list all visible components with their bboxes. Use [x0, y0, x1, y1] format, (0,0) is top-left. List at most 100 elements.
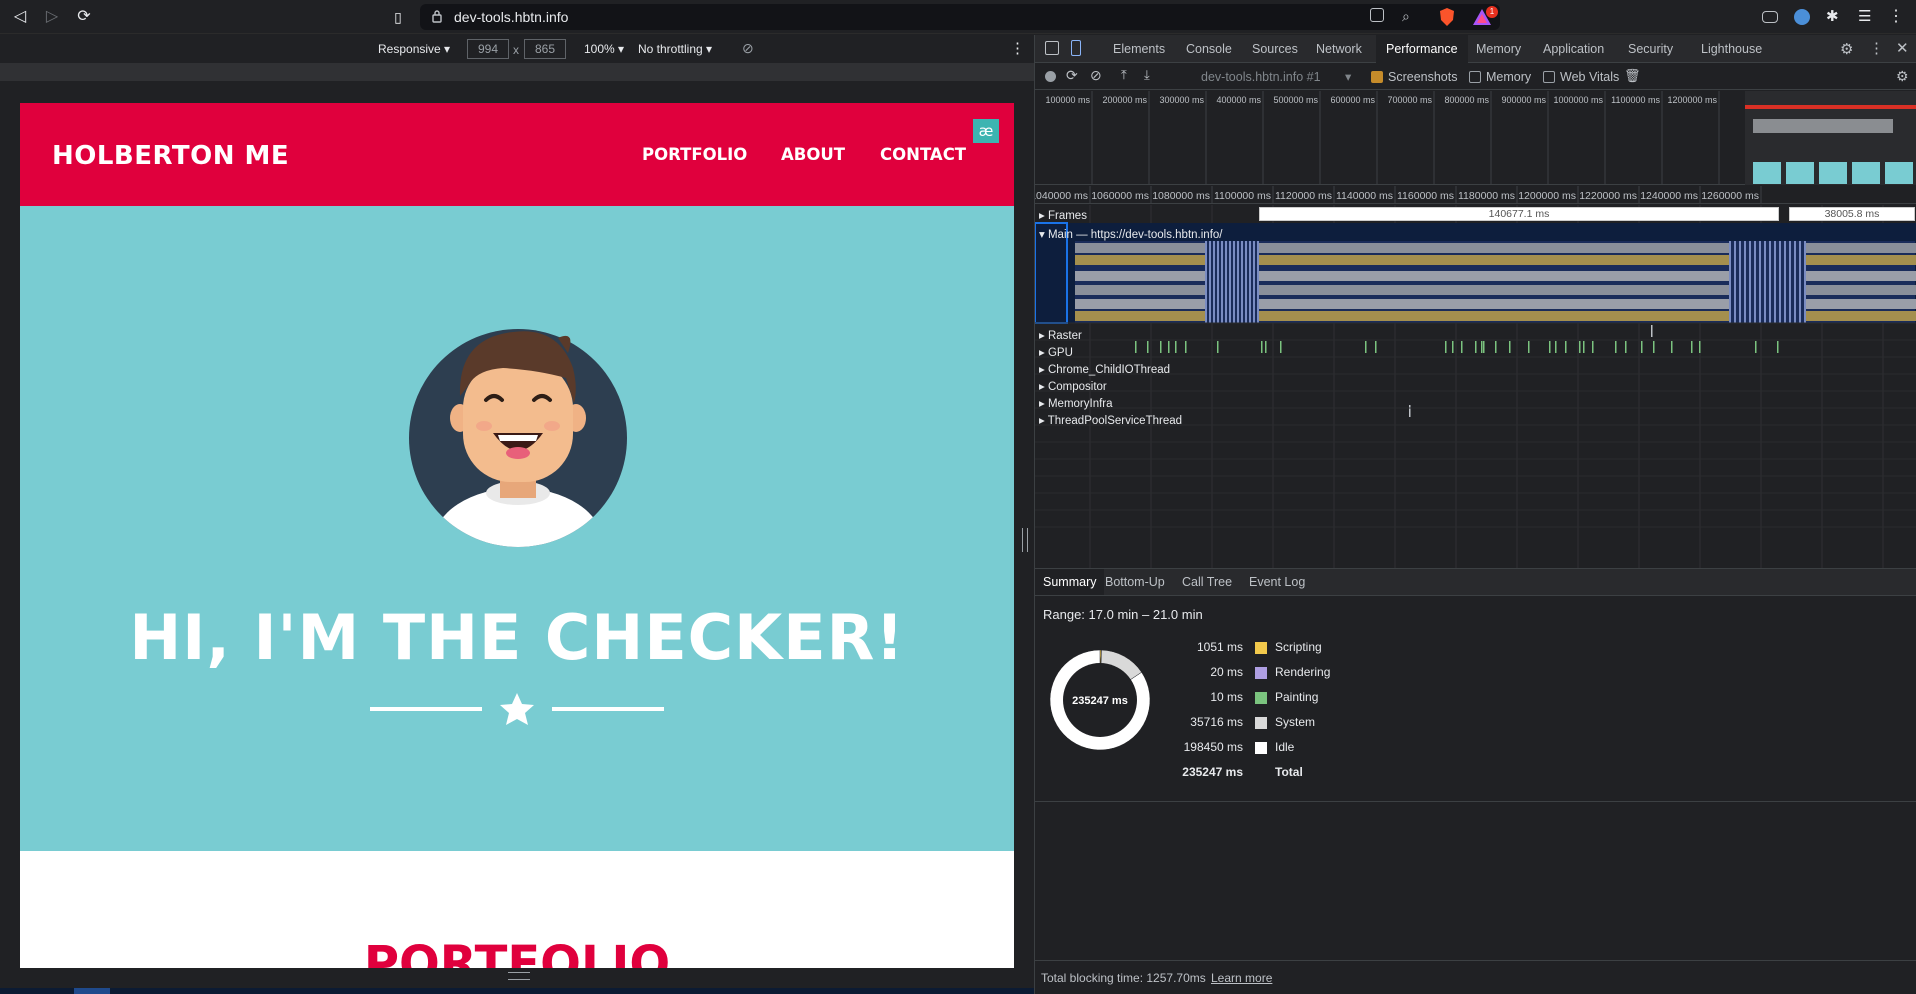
flame-tick [1734, 241, 1736, 323]
gpu-event [1475, 341, 1477, 353]
tab-memory[interactable]: Memory [1470, 35, 1527, 63]
flame-block [1259, 299, 1729, 309]
gpu-event [1509, 341, 1511, 353]
menu-icon[interactable]: ⋮ [1888, 8, 1906, 26]
flame-block [1075, 255, 1205, 265]
flame-block [1259, 243, 1729, 253]
tab-summary[interactable]: Summary [1035, 569, 1105, 595]
frame-block-2[interactable]: 38005.8 ms [1789, 207, 1915, 221]
memory-checkbox[interactable] [1469, 71, 1481, 83]
gpu-event [1445, 341, 1447, 353]
inspect-element-icon[interactable] [1045, 41, 1059, 55]
track-threadpool[interactable]: ▸ ThreadPoolServiceThread [1039, 413, 1182, 427]
gpu-event [1452, 341, 1454, 353]
tab-network[interactable]: Network [1310, 35, 1368, 63]
viewport-width-input[interactable]: 994 [467, 39, 509, 59]
nav-link-portfolio[interactable]: PORTFOLIO [642, 145, 747, 164]
tab-lighthouse[interactable]: Lighthouse [1695, 35, 1768, 63]
close-icon[interactable]: ✕ [1896, 39, 1909, 57]
wallet-icon[interactable] [1794, 9, 1810, 25]
capture-settings-icon[interactable]: ⚙ [1896, 68, 1909, 85]
forward-icon[interactable]: ▷ [42, 7, 62, 27]
gpu-event [1495, 341, 1497, 353]
tab-performance[interactable]: Performance [1376, 35, 1468, 63]
gpu-event [1461, 341, 1463, 353]
nav-link-about[interactable]: ABOUT [781, 145, 845, 164]
ruler-tick-label: 1260000 ms [1701, 190, 1759, 202]
tab-application[interactable]: Application [1537, 35, 1610, 63]
reload-icon[interactable]: ⟳ [74, 7, 94, 27]
overview-tick-label: 1200000 ms [1667, 95, 1717, 105]
portfolio-section-title: PORTFOLIO [363, 936, 671, 968]
tab-console[interactable]: Console [1180, 35, 1238, 63]
tab-security[interactable]: Security [1622, 35, 1679, 63]
rotate-icon[interactable]: ⊘ [742, 40, 754, 57]
ruler-tick-label: 1040000 ms [1035, 190, 1088, 202]
download-icon[interactable]: ⤓ [1144, 67, 1150, 83]
resize-handle-bottom[interactable] [508, 972, 530, 980]
ruler-ticks: 1040000 ms 1060000 ms 1080000 ms 1100000 ms… [1030, 186, 1762, 204]
flame-tick [1804, 241, 1806, 323]
resize-handle-right[interactable] [1022, 528, 1028, 552]
clear-icon[interactable]: ⊘ [1090, 67, 1102, 84]
flame-block [1075, 271, 1205, 281]
track-main[interactable]: ▾ Main — https://dev-tools.hbtn.info/ [1039, 227, 1222, 241]
tab-sources[interactable]: Sources [1246, 35, 1304, 63]
bookmark-icon[interactable]: ▯ [388, 7, 408, 27]
back-icon[interactable]: ◁ [10, 7, 30, 27]
ruler-tick-label: 1120000 ms [1275, 190, 1332, 202]
track-memoryinfra[interactable]: ▸ MemoryInfra [1039, 396, 1113, 410]
profile-select-arrow-icon[interactable]: ▾ [1345, 69, 1351, 84]
qr-code-icon[interactable] [1370, 8, 1384, 22]
gpu-event [1583, 341, 1585, 353]
zoom-select[interactable]: 100% ▾ [584, 42, 624, 56]
tab-bottom-up[interactable]: Bottom-Up [1097, 569, 1173, 595]
device-more-icon[interactable]: ⋮ [1010, 39, 1025, 57]
track-raster[interactable]: ▸ Raster [1039, 328, 1082, 342]
devtools-more-icon[interactable]: ⋮ [1869, 39, 1884, 57]
settings-icon[interactable]: ⚙ [1840, 40, 1853, 58]
track-gpu[interactable]: ▸ GPU [1039, 345, 1073, 359]
track-frames[interactable]: ▸ Frames [1039, 208, 1087, 222]
gpu-event [1653, 341, 1655, 353]
flame-tick [1784, 241, 1786, 323]
tab-event-log[interactable]: Event Log [1241, 569, 1313, 595]
brave-shield-icon[interactable] [1438, 7, 1456, 27]
nav-link-contact[interactable]: CONTACT [880, 145, 966, 164]
extension-badge[interactable]: æ [973, 119, 999, 143]
frame-block-1[interactable]: 140677.1 ms [1259, 207, 1779, 221]
trash-icon[interactable]: 🗑 [1624, 68, 1641, 84]
throttling-select[interactable]: No throttling ▾ [638, 42, 712, 56]
address-bar[interactable]: dev-tools.hbtn.info ⌕ [420, 4, 1500, 30]
track-compositor[interactable]: ▸ Compositor [1039, 379, 1107, 393]
profile-select[interactable]: dev-tools.hbtn.info #1 [1201, 70, 1321, 84]
playlist-icon[interactable]: ☰ [1858, 8, 1876, 26]
gpu-event [1528, 341, 1530, 353]
reload-record-icon[interactable]: ⟳ [1066, 67, 1078, 84]
screenshots-checkbox[interactable] [1371, 71, 1383, 83]
gpu-event [1147, 341, 1149, 353]
device-select[interactable]: Responsive ▾ [378, 42, 450, 56]
flame-tick [1253, 241, 1255, 323]
record-icon[interactable] [1045, 71, 1056, 82]
tab-elements[interactable]: Elements [1107, 35, 1171, 63]
web-vitals-checkbox[interactable] [1543, 71, 1555, 83]
extensions-icon[interactable]: ✱ [1826, 8, 1844, 26]
details-tabbar: Summary Bottom-Up Call Tree Event Log [1035, 568, 1916, 596]
overview-tick-label: 200000 ms [1102, 95, 1147, 105]
flame-chart[interactable]: ▸ Frames 140677.1 ms 38005.8 ms ▾ Main —… [1034, 205, 1916, 568]
reader-mode-icon[interactable] [1762, 11, 1778, 23]
flame-tick [1779, 241, 1781, 323]
viewport-height-input[interactable]: 865 [524, 39, 566, 59]
site-brand[interactable]: HOLBERTON ME [52, 141, 289, 171]
timeline-overview[interactable]: 100000 ms 200000 ms 300000 ms 400000 ms 5000… [1035, 91, 1916, 185]
upload-icon[interactable]: ⤒ [1121, 67, 1127, 83]
track-childio[interactable]: ▸ Chrome_ChildIOThread [1039, 362, 1170, 376]
learn-more-link[interactable]: Learn more [1211, 971, 1272, 985]
tab-call-tree[interactable]: Call Tree [1174, 569, 1240, 595]
gpu-event [1261, 341, 1263, 353]
fps-bar [1745, 105, 1916, 109]
zoom-icon[interactable]: ⌕ [1402, 8, 1420, 26]
devtools-tabbar: Elements Console Sources Network Perform… [1035, 35, 1916, 63]
device-toggle-icon[interactable] [1071, 40, 1081, 56]
